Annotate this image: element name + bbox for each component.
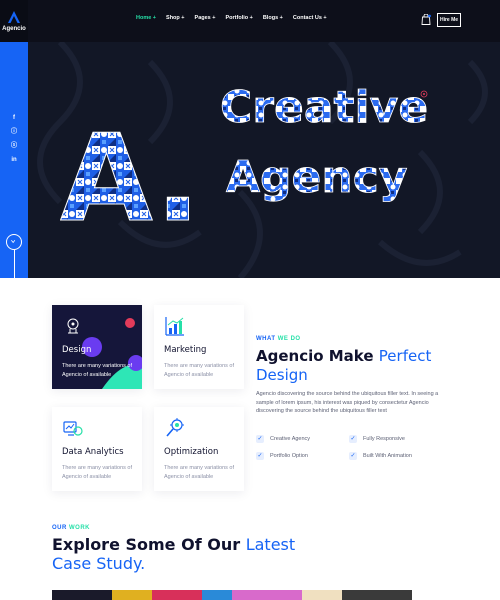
nav-pages[interactable]: Pages +: [195, 15, 216, 21]
nav-shop[interactable]: Shop +: [166, 15, 185, 21]
feature-item: ✓ Creative Agency: [256, 435, 310, 443]
card-title: Design: [62, 345, 92, 355]
hero-section: A. Creative Agency f ⓘ ⓢ in: [0, 42, 500, 278]
design-icon: [67, 318, 79, 334]
card-title: Data Analytics: [62, 447, 124, 457]
check-icon: ✓: [349, 452, 357, 460]
service-card-marketing[interactable]: Marketing There are many variations of A…: [154, 305, 244, 389]
eyebrow-part-2: WORK: [69, 525, 91, 531]
optimization-icon: [166, 418, 184, 437]
shopping-bag-icon[interactable]: [421, 14, 431, 25]
service-card-design[interactable]: Design There are many variations of Agen…: [52, 305, 142, 389]
logo[interactable]: Agencio: [0, 0, 28, 42]
hero-headline-art: A. Creative Agency: [60, 82, 429, 250]
eyebrow-part-1: WHAT: [256, 336, 276, 342]
linkedin-icon[interactable]: in: [10, 156, 18, 164]
chevron-down-icon: [11, 240, 16, 244]
scroll-line: [13, 250, 15, 278]
page: Agencio Home + Shop + Pages + Portfolio …: [0, 0, 500, 600]
chart-icon: [165, 317, 184, 336]
feature-label: Built With Animation: [363, 453, 412, 459]
card-title: Marketing: [164, 345, 207, 355]
card-title: Optimization: [164, 447, 219, 457]
nav-contact[interactable]: Contact Us +: [293, 15, 327, 21]
logo-text: Agencio: [2, 26, 26, 32]
card-description: There are many variations of Agencio of …: [62, 363, 133, 378]
scroll-down-button[interactable]: [6, 234, 22, 250]
feature-label: Fully Responsive: [363, 436, 405, 442]
heading-part-1: Agencio Make: [256, 347, 374, 365]
work-eyebrow: OUR WORK: [52, 525, 90, 531]
logo-icon: [8, 11, 20, 23]
check-icon: ✓: [349, 435, 357, 443]
eyebrow-part-2: WE DO: [277, 336, 301, 342]
social-sidebar: f ⓘ ⓢ in: [0, 42, 28, 278]
svg-text:Agency: Agency: [226, 152, 407, 203]
top-navbar: Agencio Home + Shop + Pages + Portfolio …: [0, 0, 500, 42]
heading-highlight: Perfect: [378, 347, 432, 365]
hero-line-agency: Agency: [226, 152, 407, 203]
hire-me-button[interactable]: Hire Me: [437, 13, 461, 27]
feature-label: Creative Agency: [270, 436, 311, 442]
section-eyebrow: WHAT WE DO: [256, 336, 301, 342]
nav-home[interactable]: Home +: [136, 15, 156, 21]
nav-portfolio[interactable]: Portfolio +: [225, 15, 252, 21]
feature-item: ✓ Fully Responsive: [349, 435, 405, 443]
data-analytics-icon: [63, 421, 83, 436]
service-card-optimization[interactable]: Optimization There are many variations o…: [154, 407, 244, 491]
heading-part-1: Explore Some Of Our: [52, 535, 241, 554]
about-heading: Agencio Make Perfect Design: [256, 347, 486, 385]
about-paragraph: Agencio discovering the source behind th…: [256, 391, 439, 414]
feature-item: ✓ Portfolio Option: [256, 452, 308, 460]
hero-letter: A.: [60, 110, 201, 249]
heading-highlight-2: Design: [256, 366, 308, 384]
case-study-preview-image[interactable]: [52, 590, 412, 600]
eyebrow-part-1: OUR: [52, 525, 67, 531]
card-description: There are many variations of Agencio of …: [62, 465, 133, 480]
facebook-icon[interactable]: f: [10, 114, 18, 122]
feature-item: ✓ Built With Animation: [349, 452, 412, 460]
instagram-icon[interactable]: ⓘ: [10, 128, 18, 136]
feature-label: Portfolio Option: [270, 453, 308, 459]
skype-icon[interactable]: ⓢ: [10, 142, 18, 150]
svg-text:A.: A.: [60, 110, 201, 249]
check-icon: ✓: [256, 435, 264, 443]
heading-highlight-2: Case Study.: [52, 554, 146, 573]
card-description: There are many variations of Agencio of …: [164, 363, 235, 378]
hero-line-creative: Creative: [220, 82, 428, 133]
card-description: There are many variations of Agencio of …: [164, 465, 235, 480]
service-card-data-analytics[interactable]: Data Analytics There are many variations…: [52, 407, 142, 491]
heading-highlight: Latest: [245, 535, 296, 554]
nav-blogs[interactable]: Blogs +: [263, 15, 283, 21]
check-icon: ✓: [256, 452, 264, 460]
work-heading: Explore Some Of Our Latest Case Study.: [52, 535, 332, 573]
main-nav: Home + Shop + Pages + Portfolio + Blogs …: [136, 15, 327, 21]
svg-text:Creative: Creative: [220, 82, 428, 133]
